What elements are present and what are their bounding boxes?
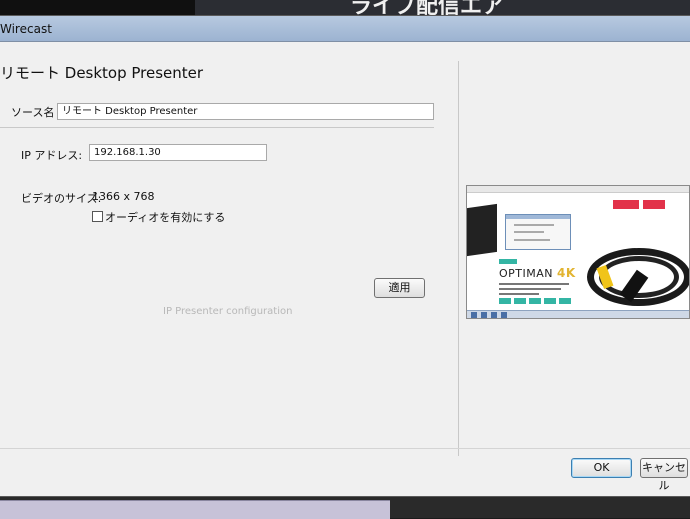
- video-size-label: ビデオのサイズ:: [21, 192, 102, 205]
- ip-address-input[interactable]: 192.168.1.30: [89, 144, 267, 161]
- apply-button[interactable]: 適用: [374, 278, 425, 298]
- wirecast-dialog-window: Wirecast リモート Desktop Presenter ソース名 リモー…: [0, 15, 690, 497]
- preview-logo-4k: 4K: [557, 266, 576, 280]
- preview-browser-bar: [467, 186, 689, 193]
- background-bottom-panel: [0, 500, 390, 519]
- source-name-label: ソース名: [11, 106, 55, 119]
- window-title: Wirecast: [0, 22, 52, 36]
- section-divider: [0, 127, 434, 128]
- window-titlebar[interactable]: Wirecast: [0, 16, 690, 42]
- vertical-divider: [458, 61, 459, 456]
- preview-device-image: [467, 203, 497, 257]
- preview-teal-badge: [499, 259, 517, 264]
- ip-address-label: IP アドレス:: [21, 149, 83, 162]
- footer-divider: [0, 448, 690, 449]
- audio-enable-checkbox[interactable]: [92, 211, 103, 222]
- preview-product-logo: OPTIMAN 4K: [499, 266, 576, 280]
- preview-red-tag: [613, 200, 639, 209]
- audio-enable-label[interactable]: オーディオを有効にする: [105, 209, 225, 225]
- cancel-button[interactable]: キャンセル: [640, 458, 688, 492]
- ok-button[interactable]: OK: [571, 458, 632, 478]
- preview-red-tag: [643, 200, 665, 209]
- dialog-heading: リモート Desktop Presenter: [0, 64, 204, 82]
- preview-remote-dialog: [505, 214, 571, 250]
- video-size-value: 1366 x 768: [92, 190, 155, 203]
- ip-presenter-config-caption: IP Presenter configuration: [163, 306, 293, 317]
- source-preview-thumbnail: OPTIMAN 4K: [466, 185, 690, 319]
- source-name-input[interactable]: リモート Desktop Presenter: [57, 103, 434, 120]
- preview-logo-text: OPTIMAN: [499, 267, 553, 280]
